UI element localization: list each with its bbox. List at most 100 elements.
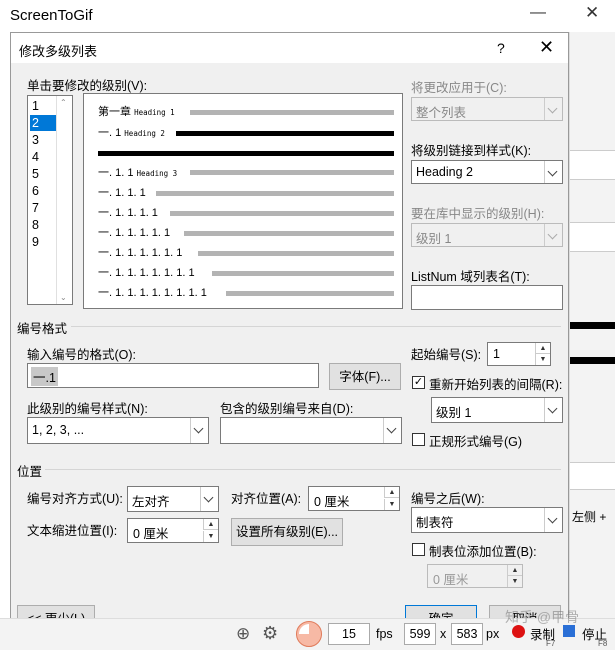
list-item[interactable]: 5 [30,166,56,182]
background-document: 左侧 + [569,32,615,618]
number-format-group-label: 编号格式 [17,322,68,336]
group-divider [71,326,561,327]
apply-to-value: 整个列表 [416,106,467,120]
scroll-down-icon[interactable]: ⌄ [60,293,67,302]
list-item[interactable]: 6 [30,183,56,199]
preview-row: 一. 1. 1 [98,167,134,179]
aligned-at-spinner[interactable]: 0 厘米 ▲ ▼ [308,486,400,511]
aligned-at-value: 0 厘米 [314,495,350,509]
crosshair-icon[interactable]: ⊕ [236,624,250,644]
background-window-edge [0,32,10,618]
chevron-down-icon [190,418,208,443]
stop-shortcut: F8 [598,639,608,648]
tab-add-value: 0 厘米 [433,573,469,587]
enter-format-label: 输入编号的格式(O): [27,348,137,362]
start-at-label: 起始编号(S): [411,348,482,362]
spin-up-icon[interactable]: ▲ [535,343,550,354]
preview-row: 一. 1. 1. 1. 1. 1. 1 [98,247,183,259]
minimize-icon[interactable]: — [530,4,546,22]
set-all-levels-button[interactable]: 设置所有级别(E)... [231,518,343,546]
chevron-down-icon [200,487,218,511]
list-item[interactable]: 4 [30,149,56,165]
spin-down-icon[interactable]: ▼ [203,531,218,542]
chevron-down-icon [383,418,401,443]
list-item[interactable]: 3 [30,132,56,148]
gear-icon[interactable]: ⚙ [262,623,278,644]
apply-to-label: 将更改应用于(C): [411,81,507,95]
gallery-level-select[interactable]: 级别 1 [411,223,563,247]
levels-label: 单击要修改的级别(V): [27,79,148,93]
watermark: 知乎 @甲骨 [505,609,580,625]
spin-down-icon[interactable]: ▼ [507,576,522,587]
number-style-value: 1, 2, 3, ... [32,423,85,437]
recorder-statusbar: ⊕ ⚙ 15 fps 599 x 583 px 录制 F7 停止 F8 知乎 @… [0,609,615,650]
font-button[interactable]: 字体(F)... [329,363,401,390]
preview-heading: Heading 3 [136,169,178,178]
spin-up-icon[interactable]: ▲ [507,565,522,576]
height-input[interactable]: 583 [451,623,483,645]
restart-level-select[interactable]: 级别 1 [431,397,563,423]
chevron-down-icon [544,224,562,246]
list-item-selected[interactable]: 2 [30,115,56,131]
gallery-level-label: 要在库中显示的级别(H): [411,207,545,221]
list-item[interactable]: 9 [30,234,56,250]
preview-row: 一. 1. 1. 1. 1 [98,207,158,219]
scroll-up-icon[interactable]: ⌃ [60,98,67,107]
number-style-label: 此级别的编号样式(N): [27,402,148,416]
include-level-label: 包含的级别编号来自(D): [220,402,354,416]
include-level-select[interactable] [220,417,402,444]
spin-up-icon[interactable]: ▲ [384,487,399,498]
start-at-value: 1 [493,347,500,361]
position-group-label: 位置 [17,465,43,479]
level-list[interactable]: 1 2 3 4 5 6 7 8 9 ⌃ ⌄ [27,95,73,305]
app-close-icon[interactable]: ✕ [585,3,599,23]
width-input[interactable]: 599 [404,623,436,645]
follow-select[interactable]: 制表符 [411,507,563,533]
preview-row: 一. 1. 1. 1. 1. 1. 1. 1. 1 [98,287,207,299]
fps-label: fps [376,627,393,641]
help-icon[interactable]: ? [497,40,505,56]
spin-down-icon[interactable]: ▼ [384,499,399,510]
chevron-down-icon [544,398,562,422]
dialog-close-icon[interactable]: ✕ [539,37,554,58]
tab-add-spinner[interactable]: 0 厘米 ▲ ▼ [427,564,523,588]
number-style-select[interactable]: 1, 2, 3, ... [27,417,209,444]
record-shortcut: F7 [546,639,556,648]
restart-label: 重新开始列表的间隔(R): [429,378,563,392]
list-item[interactable]: 8 [30,217,56,233]
fps-spinner[interactable]: 15 [328,623,370,645]
preview-row: 一. 1. 1. 1 [98,187,146,199]
legal-label: 正规形式编号(G) [429,435,523,449]
apply-to-select[interactable]: 整个列表 [411,97,563,121]
list-item[interactable]: 1 [30,98,56,114]
indent-spinner[interactable]: 0 厘米 ▲ ▼ [127,518,219,543]
width-value: 599 [409,627,431,641]
gallery-level-value: 级别 1 [416,232,452,246]
listnum-input[interactable] [411,285,563,310]
dialog-titlebar: 修改多级列表 ? ✕ [11,33,568,63]
timer-icon[interactable] [296,621,322,647]
link-style-select[interactable]: Heading 2 [411,160,563,184]
spin-down-icon[interactable]: ▼ [535,354,550,365]
list-item[interactable]: 7 [30,200,56,216]
indent-value: 0 厘米 [133,527,169,541]
group-divider [45,469,561,470]
list-scrollbar[interactable]: ⌃ ⌄ [56,96,72,304]
follow-label: 编号之后(W): [411,492,485,506]
dialog-title: 修改多级列表 [19,44,98,59]
preview-row: 一. 1. 1. 1. 1. 1. 1. 1 [98,267,195,279]
listnum-label: ListNum 域列表名(T): [411,270,530,284]
alignment-value: 左对齐 [132,495,170,509]
app-titlebar: ScreenToGif — ✕ [0,0,615,32]
height-value: 583 [456,627,478,641]
spin-up-icon[interactable]: ▲ [203,519,218,530]
number-format-input[interactable]: 一.1 [27,363,319,388]
tab-add-checkbox[interactable] [412,543,425,556]
alignment-select[interactable]: 左对齐 [127,486,219,512]
restart-checkbox[interactable]: ✓ [412,376,425,389]
start-at-spinner[interactable]: 1 ▲ ▼ [487,342,551,366]
follow-value: 制表符 [416,516,454,530]
app-title: ScreenToGif [10,7,93,24]
legal-checkbox[interactable] [412,433,425,446]
size-separator: x [440,627,447,641]
